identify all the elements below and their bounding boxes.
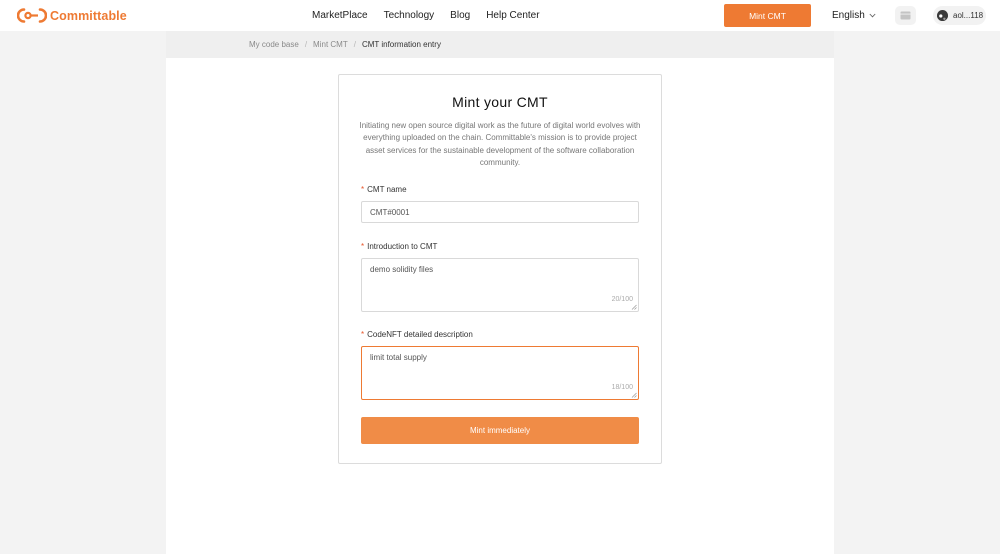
cmt-name-label: * CMT name: [361, 185, 407, 194]
cmt-intro-counter: 20/100: [611, 296, 633, 303]
codenft-desc-field: limit total supply 18/100: [361, 346, 639, 400]
cmt-name-label-text: CMT name: [367, 185, 407, 194]
language-selector[interactable]: English: [832, 0, 876, 31]
cmt-intro-label: * Introduction to CMT: [361, 242, 437, 251]
brand-logo[interactable]: Committable: [17, 7, 127, 24]
brand-name: Committable: [50, 8, 127, 23]
main-nav: MarketPlace Technology Blog Help Center: [312, 0, 556, 31]
resize-handle-icon[interactable]: [631, 304, 637, 310]
nav-marketplace[interactable]: MarketPlace: [312, 10, 368, 21]
breadcrumb-separator: /: [304, 40, 308, 49]
cmt-name-input[interactable]: [361, 201, 639, 223]
account-menu[interactable]: aol...118: [933, 6, 986, 25]
nav-help-center[interactable]: Help Center: [486, 10, 539, 21]
breadcrumb: My code base / Mint CMT / CMT informatio…: [166, 31, 834, 58]
codenft-desc-label: * CodeNFT detailed description: [361, 330, 473, 339]
required-mark: *: [361, 185, 365, 194]
codenft-desc-textarea[interactable]: limit total supply: [362, 347, 638, 399]
nav-technology[interactable]: Technology: [384, 10, 435, 21]
wallet-button[interactable]: [895, 6, 916, 25]
mint-form-card: Mint your CMT Initiating new open source…: [338, 74, 662, 464]
mint-cmt-button[interactable]: Mint CMT: [724, 4, 811, 27]
top-header: Committable MarketPlace Technology Blog …: [0, 0, 1000, 31]
page-title: Mint your CMT: [452, 94, 548, 110]
resize-handle-icon[interactable]: [631, 392, 637, 398]
breadcrumb-my-code-base[interactable]: My code base: [249, 40, 299, 49]
cmt-intro-textarea[interactable]: demo solidity files: [362, 259, 638, 311]
cmt-intro-field: demo solidity files 20/100: [361, 258, 639, 312]
required-mark: *: [361, 330, 365, 339]
codenft-desc-label-text: CodeNFT detailed description: [367, 330, 473, 339]
avatar-icon: [937, 10, 948, 21]
wallet-icon: [900, 11, 911, 20]
required-mark: *: [361, 242, 365, 251]
cmt-intro-label-text: Introduction to CMT: [367, 242, 438, 251]
chevron-down-icon: [869, 13, 876, 18]
breadcrumb-separator: /: [353, 40, 356, 49]
breadcrumb-mint-cmt[interactable]: Mint CMT: [313, 40, 348, 49]
breadcrumb-current: CMT information entry: [361, 40, 441, 49]
main-content: Mint your CMT Initiating new open source…: [166, 58, 834, 554]
form-description: Initiating new open source digital work …: [359, 121, 641, 168]
mint-immediately-button[interactable]: Mint immediately: [361, 417, 639, 444]
link-logo-icon: [17, 8, 47, 23]
nav-blog[interactable]: Blog: [450, 10, 470, 21]
codenft-desc-counter: 18/100: [611, 384, 633, 391]
language-label: English: [832, 10, 865, 21]
account-address: aol...118: [953, 11, 984, 20]
